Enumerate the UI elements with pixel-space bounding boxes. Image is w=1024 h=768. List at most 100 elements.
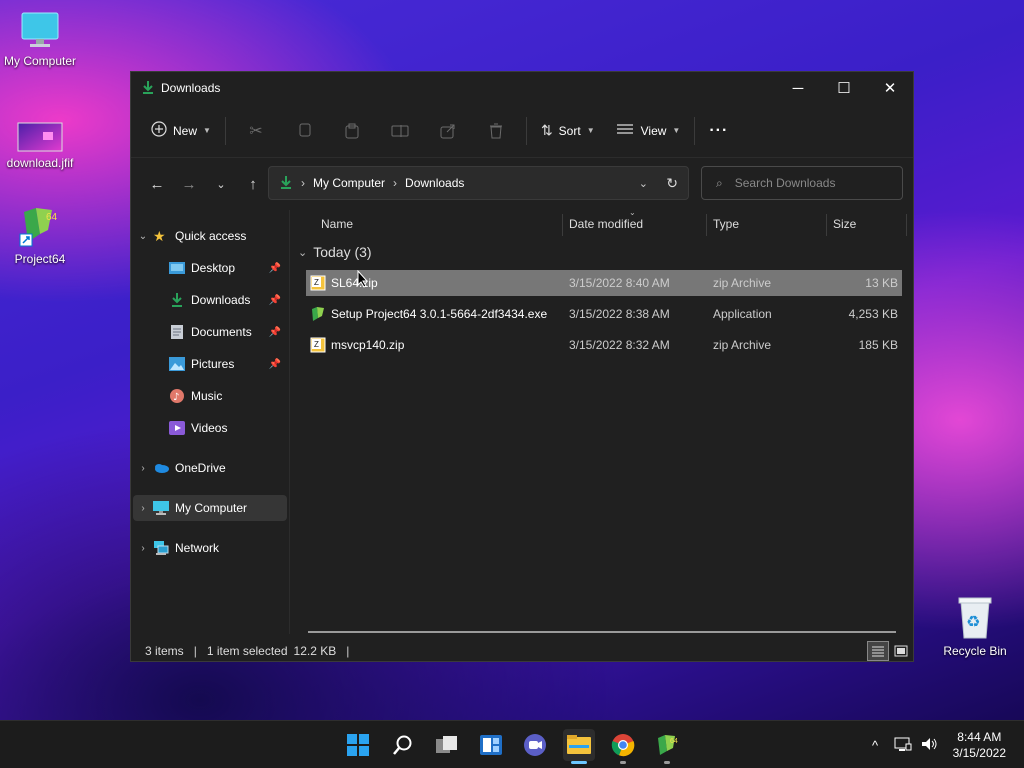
desktop-icon-recycle-bin[interactable]: ♻ Recycle Bin [935,594,1015,658]
svg-text:Z: Z [314,340,319,349]
column-header-size[interactable]: Size [833,210,905,238]
breadcrumb-separator: › [393,176,398,190]
file-explorer-icon[interactable] [563,729,595,764]
cloud-icon [153,461,169,475]
column-header-date-modified[interactable]: Date modified ⌄ [569,208,705,238]
minimize-button[interactable]: ─ [775,72,821,104]
paste-icon[interactable] [328,115,376,147]
file-row[interactable]: Setup Project64 3.0.1-5664-2df3434.exe 3… [306,301,902,327]
sidebar-item-network[interactable]: › Network [133,535,287,561]
search-icon[interactable] [387,729,419,761]
zip-icon: Z [310,337,326,353]
running-app-indicator [664,761,670,764]
sidebar-item-onedrive[interactable]: › OneDrive [133,455,287,481]
chevron-down-icon[interactable]: ⌄ [133,231,153,242]
network-wired-icon[interactable] [894,736,912,755]
search-box[interactable]: ⌕ Search Downloads [701,166,903,200]
column-divider[interactable] [906,214,907,236]
toolbar-divider [525,116,527,145]
see-more-button[interactable]: ··· [701,115,736,147]
new-button[interactable]: New ▼ [143,115,219,147]
sidebar-item-label: Network [175,541,220,555]
chevron-right-icon[interactable]: › [133,503,153,514]
details-view-icon[interactable] [867,641,889,661]
column-header-name[interactable]: Name [321,210,561,238]
pin-icon[interactable]: 📌 [269,327,281,338]
widgets-icon[interactable] [475,729,507,761]
chevron-down-icon[interactable]: ⌄ [298,246,307,259]
sidebar-item-label: Pictures [191,357,235,371]
share-icon[interactable] [424,115,472,147]
cut-icon[interactable]: ✂ [232,115,280,147]
volume-icon[interactable] [920,736,938,755]
teams-chat-icon[interactable] [519,729,551,761]
sort-arrows-icon: ⇅ [540,122,553,138]
breadcrumb-my-computer[interactable]: My Computer [313,176,385,190]
desktop-icon-project64[interactable]: 64 Project64 [0,204,80,266]
desktop-icon-my-computer[interactable]: My Computer [0,10,80,68]
chevron-down-icon: ▼ [672,126,681,135]
file-date: 3/15/2022 8:32 AM [569,338,670,352]
selection-count: 1 item selected [206,644,288,658]
sidebar-item-music[interactable]: ♪ Music [133,383,287,409]
file-row[interactable]: Z SL64.zip 3/15/2022 8:40 AM zip Archive… [306,270,902,296]
up-arrow-icon[interactable]: ↑ [237,168,269,200]
file-name: SL64.zip [331,276,378,290]
chrome-icon[interactable] [607,729,639,764]
svg-text:64: 64 [46,212,58,223]
close-button[interactable]: ✕ [867,72,913,104]
chevron-right-icon[interactable]: › [133,543,153,554]
maximize-button[interactable]: ☐ [821,72,867,104]
group-header-today[interactable]: ⌄ Today (3) [298,244,372,260]
back-arrow-icon[interactable]: ← [141,168,173,200]
toolbar-divider [694,116,696,145]
file-size: 4,253 KB [848,307,898,321]
new-label: New [173,123,198,138]
sidebar-item-documents[interactable]: Documents 📌 [133,319,287,345]
column-header-type[interactable]: Type [713,210,825,238]
network-icon [153,541,169,555]
large-icons-view-icon[interactable] [890,641,912,661]
pin-icon[interactable]: 📌 [269,295,281,306]
pin-icon[interactable]: 📌 [269,359,281,370]
sidebar-item-my-computer[interactable]: › My Computer [133,495,287,521]
copy-icon[interactable] [280,115,328,147]
clock[interactable]: 8:44 AM 3/15/2022 [953,729,1006,761]
sidebar-item-videos[interactable]: Videos [133,415,287,441]
pin-icon[interactable]: 📌 [269,263,281,274]
view-label: View [640,123,667,138]
file-row[interactable]: Z msvcp140.zip 3/15/2022 8:32 AM zip Arc… [306,332,902,358]
task-view-icon[interactable] [431,729,463,761]
address-dropdown-chevron-icon[interactable]: ⌄ [639,177,648,190]
navigation-pane: ⌄ ★ Quick access Desktop 📌 Downloads 📌 D… [131,210,289,634]
view-button[interactable]: View ▼ [609,115,689,147]
chevron-right-icon[interactable]: › [133,463,153,474]
refresh-icon[interactable]: ↻ [666,175,678,192]
breadcrumb-downloads[interactable]: Downloads [405,176,464,190]
taskbar: 64 ^ 8:44 AM 3/15/2022 [0,720,1024,768]
address-bar[interactable]: › My Computer › Downloads ⌄ ↻ [268,166,689,200]
column-divider[interactable] [706,214,707,236]
sidebar-item-downloads[interactable]: Downloads 📌 [133,287,287,313]
svg-text:♻: ♻ [966,612,980,631]
svg-text:64: 64 [670,738,678,745]
show-hidden-icons-chevron-icon[interactable]: ^ [864,738,886,753]
desktop-icon-label: Project64 [14,252,66,266]
sort-button[interactable]: ⇅ Sort ▼ [533,115,603,147]
forward-arrow-icon[interactable]: → [173,168,205,200]
start-windows-icon[interactable] [342,729,374,761]
rename-icon[interactable] [376,115,424,147]
column-divider[interactable] [826,214,827,236]
mouse-cursor-icon [357,269,369,291]
delete-icon[interactable] [472,115,520,147]
sidebar-item-desktop[interactable]: Desktop 📌 [133,255,287,281]
column-divider[interactable] [562,214,563,236]
sidebar-item-quick-access[interactable]: ⌄ ★ Quick access [133,223,287,249]
sort-indicator-icon: ⌄ [629,208,636,217]
title-bar[interactable]: Downloads ─ ☐ ✕ [131,72,913,104]
horizontal-scrollbar[interactable] [308,631,896,633]
desktop-icon-download-jfif[interactable]: download.jfif [0,122,80,170]
project64-icon[interactable]: 64 [651,729,683,764]
sidebar-item-pictures[interactable]: Pictures 📌 [133,351,287,377]
recent-locations-chevron-icon[interactable]: ⌄ [205,168,237,200]
